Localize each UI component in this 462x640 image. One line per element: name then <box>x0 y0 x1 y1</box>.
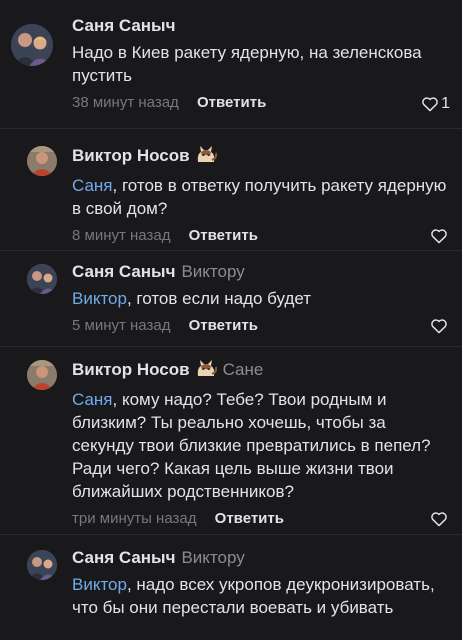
like-button[interactable] <box>430 228 450 244</box>
avatar-photo-icon <box>27 264 57 294</box>
comment-meta: 8 минут назад Ответить <box>72 226 450 246</box>
avatar[interactable] <box>27 550 57 580</box>
reply-to-label[interactable]: Виктору <box>181 548 244 567</box>
author-name[interactable]: Виктор Носов <box>72 146 190 165</box>
heart-outline-icon <box>431 229 447 244</box>
comment-body: Виктор Носов Сане Саня, кому надо? Тебе?… <box>72 358 450 529</box>
author-name[interactable]: Саня Саныч <box>72 16 175 35</box>
mention-link[interactable]: Виктор <box>72 575 127 594</box>
timestamp: 38 минут назад <box>72 94 179 111</box>
comment-text-content: , готов если надо будет <box>126 289 312 308</box>
timestamp: 5 минут назад <box>72 317 171 334</box>
heart-outline-icon <box>431 512 447 527</box>
mention-link[interactable]: Саня <box>72 176 113 195</box>
comment-text: Виктор, надо всех укропов деукронизирова… <box>72 573 450 619</box>
divider <box>0 250 462 251</box>
comment-meta: три минуты назад Ответить <box>72 509 450 529</box>
mention-link[interactable]: Виктор <box>72 289 127 308</box>
comment-text-content: , кому надо? Тебе? Твои родным и близким… <box>72 390 431 501</box>
divider <box>0 128 462 129</box>
comment-text-content: , готов в ответку получить ракету ядерну… <box>72 176 447 218</box>
comment-text: Виктор, готов если надо будет <box>72 287 450 310</box>
comment-text-content: , надо всех укропов деукронизировать, чт… <box>72 575 435 617</box>
like-button[interactable]: 1 <box>421 94 450 114</box>
comment-body: Саня Саныч Виктору Виктор, готов если над… <box>72 262 450 336</box>
comment-body: Саня Саныч Надо в Киев ракету ядерную, н… <box>72 16 450 113</box>
reply-button[interactable]: Ответить <box>189 227 258 244</box>
heart-outline-icon <box>422 97 438 112</box>
author-name[interactable]: Саня Саныч <box>72 548 175 567</box>
reply-to-label[interactable]: Сане <box>223 360 264 379</box>
avatar[interactable] <box>27 264 57 294</box>
heart-outline-icon <box>431 319 447 334</box>
mention-link[interactable]: Саня <box>72 390 113 409</box>
timestamp: три минуты назад <box>72 510 197 527</box>
avatar-photo-icon <box>27 146 57 176</box>
like-count: 1 <box>441 95 450 112</box>
comment-body: Саня Саныч Виктору Виктор, надо всех укро… <box>72 548 450 619</box>
comment-meta: 38 минут назад Ответить 1 <box>72 93 450 113</box>
comment-text-content: Надо в Киев ракету ядерную, на зеленсков… <box>72 43 422 85</box>
timestamp: 8 минут назад <box>72 227 171 244</box>
avatar[interactable] <box>27 360 57 390</box>
like-button[interactable] <box>430 511 450 527</box>
comment-text: Саня, кому надо? Тебе? Твои родным и бли… <box>72 388 450 503</box>
comment-body: Виктор Носов Саня, готов в ответку получ… <box>72 144 450 246</box>
reply-button[interactable]: Ответить <box>215 510 284 527</box>
avatar[interactable] <box>27 146 57 176</box>
avatar-photo-icon <box>27 360 57 390</box>
cat-emoji-icon <box>195 144 217 169</box>
reply-to-label[interactable]: Виктору <box>181 262 244 281</box>
comment-text: Саня, готов в ответку получить ракету яд… <box>72 174 450 220</box>
author-name[interactable]: Виктор Носов <box>72 360 190 379</box>
like-button[interactable] <box>430 318 450 334</box>
divider <box>0 346 462 347</box>
cat-emoji-icon <box>195 358 217 383</box>
reply-button[interactable]: Ответить <box>197 94 266 111</box>
reply-button[interactable]: Ответить <box>189 317 258 334</box>
avatar-photo-icon <box>11 24 53 66</box>
comment-text: Надо в Киев ракету ядерную, на зеленсков… <box>72 41 450 87</box>
avatar-photo-icon <box>27 550 57 580</box>
author-name[interactable]: Саня Саныч <box>72 262 175 281</box>
avatar[interactable] <box>11 24 53 66</box>
comment-meta: 5 минут назад Ответить <box>72 316 450 336</box>
divider <box>0 534 462 535</box>
